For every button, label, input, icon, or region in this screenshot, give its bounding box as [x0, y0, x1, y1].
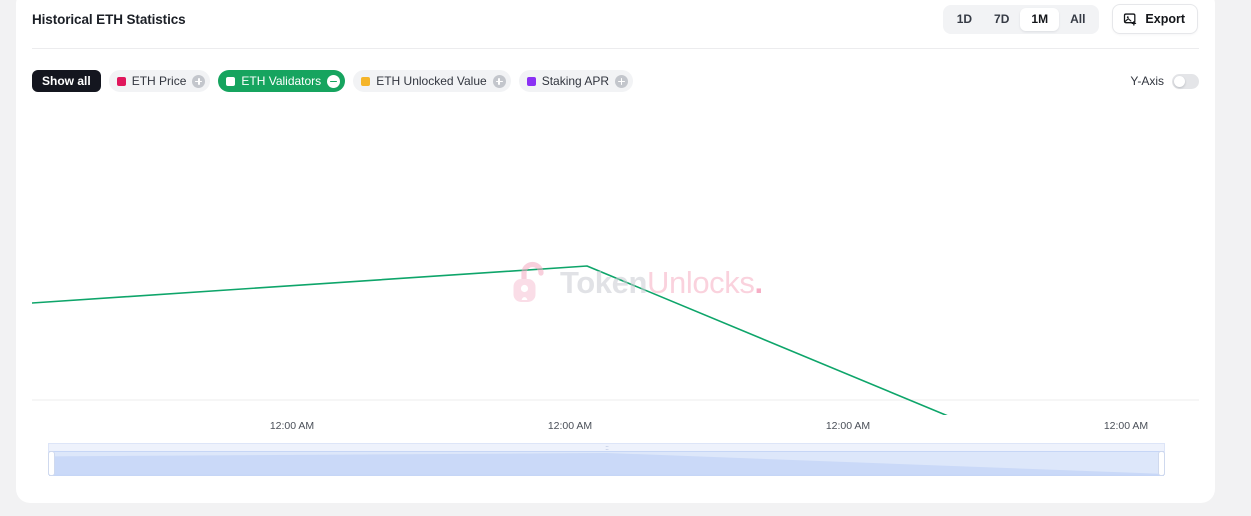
legend-chip-list: Show all ETH Price ETH Validators ETH Un… [32, 70, 634, 92]
legend-chip-eth-price[interactable]: ETH Price [108, 70, 211, 92]
add-series-icon[interactable] [492, 74, 506, 88]
brush-handle-right[interactable] [1158, 451, 1165, 476]
range-button-1d[interactable]: 1D [946, 8, 983, 31]
range-button-7d[interactable]: 7D [983, 8, 1020, 31]
series-line-eth-validators [32, 265, 948, 415]
header-divider [32, 48, 1199, 49]
y-axis-toggle-group: Y-Axis [1130, 73, 1199, 89]
header-controls: 1D 7D 1M All Export [942, 4, 1198, 34]
legend-chip-eth-unlocked-value[interactable]: ETH Unlocked Value [353, 70, 511, 92]
eth-validators-color-swatch [226, 76, 236, 86]
add-series-icon[interactable] [192, 74, 206, 88]
chart-range-brush[interactable]: ::: [48, 443, 1165, 476]
image-export-icon [1123, 12, 1138, 27]
eth-unlocked-value-color-swatch [361, 76, 371, 86]
legend-chip-staking-apr[interactable]: Staking APR [518, 70, 634, 92]
time-range-group[interactable]: 1D 7D 1M All [942, 4, 1100, 34]
legend-chip-label: ETH Price [131, 74, 187, 88]
brush-handle-left[interactable] [48, 451, 55, 476]
range-button-all[interactable]: All [1059, 8, 1096, 31]
legend-row: Show all ETH Price ETH Validators ETH Un… [32, 69, 1199, 93]
legend-chip-label: ETH Unlocked Value [376, 74, 487, 88]
y-axis-label: Y-Axis [1130, 74, 1164, 88]
page-title: Historical ETH Statistics [32, 11, 186, 27]
chart-plot-area: TokenUnlocks. [32, 95, 1199, 415]
historical-eth-statistics-card: Historical ETH Statistics 1D 7D 1M All E… [16, 0, 1215, 503]
legend-chip-eth-validators[interactable]: ETH Validators [218, 70, 346, 92]
export-button[interactable]: Export [1112, 4, 1198, 34]
show-all-button[interactable]: Show all [32, 70, 101, 92]
line-chart-svg[interactable] [32, 95, 1199, 415]
staking-apr-color-swatch [526, 76, 536, 86]
legend-chip-label: ETH Validators [241, 74, 322, 88]
y-axis-toggle[interactable] [1172, 73, 1199, 89]
export-label: Export [1145, 12, 1185, 26]
eth-price-color-swatch [116, 76, 126, 86]
x-tick-label: 12:00 AM [825, 420, 871, 432]
card-header: Historical ETH Statistics 1D 7D 1M All E… [16, 0, 1215, 38]
toggle-knob [1174, 75, 1185, 87]
add-series-icon[interactable] [615, 74, 629, 88]
x-tick-label: 12:00 AM [269, 420, 315, 432]
remove-series-icon[interactable] [327, 74, 341, 88]
range-button-1m[interactable]: 1M [1020, 7, 1060, 31]
x-axis-tick-labels: 12:00 AM 12:00 AM 12:00 AM 12:00 AM [32, 420, 1199, 434]
x-tick-label: 12:00 AM [547, 420, 593, 432]
legend-chip-label: Staking APR [541, 74, 610, 88]
brush-selection-window[interactable] [49, 451, 1164, 476]
page-root: Historical ETH Statistics 1D 7D 1M All E… [0, 0, 1251, 516]
x-tick-label: 12:00 AM [1103, 420, 1149, 432]
